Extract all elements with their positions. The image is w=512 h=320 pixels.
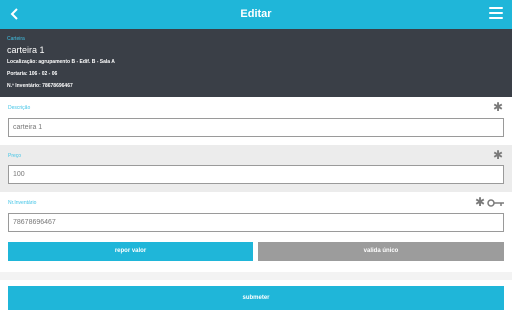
item-info-panel: Carteira carteira 1 Localização: agrupam… [0, 29, 512, 97]
required-asterisk-icon: ✱ [474, 195, 485, 209]
item-type-label: Carteira [7, 36, 25, 42]
inventario-label: Nr.Inventário [8, 200, 37, 206]
page-title: Editar [240, 8, 272, 20]
hamburger-menu-icon[interactable] [489, 7, 503, 21]
descricao-label: Descrição [8, 105, 31, 111]
preco-label: Preço [8, 153, 22, 159]
submeter-button[interactable]: submeter [8, 286, 504, 310]
descricao-input[interactable]: carteira 1 [8, 118, 504, 137]
valida-unico-button[interactable]: valida único [258, 242, 504, 261]
top-bar: Editar [0, 0, 512, 29]
required-asterisk-icon: ✱ [492, 100, 503, 114]
item-location: Localização: agrupamento B - Edif. B - S… [7, 59, 115, 65]
required-asterisk-icon: ✱ [492, 148, 503, 162]
preco-input[interactable]: 100 [8, 165, 504, 184]
divider [0, 272, 512, 280]
preco-section: Preço ✱ 100 [0, 145, 512, 192]
inventario-input[interactable]: 78678696467 [8, 213, 504, 232]
repor-valor-button[interactable]: repor valor [8, 242, 253, 261]
key-icon [487, 199, 504, 207]
descricao-section: Descrição ✱ carteira 1 [0, 97, 512, 145]
item-name: carteira 1 [7, 45, 45, 55]
item-inventory: N.º Inventário: 78678696467 [7, 83, 73, 89]
item-porteria: Portaria: 106 - 02 - 06 [7, 71, 58, 77]
inventario-section: Nr.Inventário ✱ 78678696467 repor valor … [0, 192, 512, 272]
